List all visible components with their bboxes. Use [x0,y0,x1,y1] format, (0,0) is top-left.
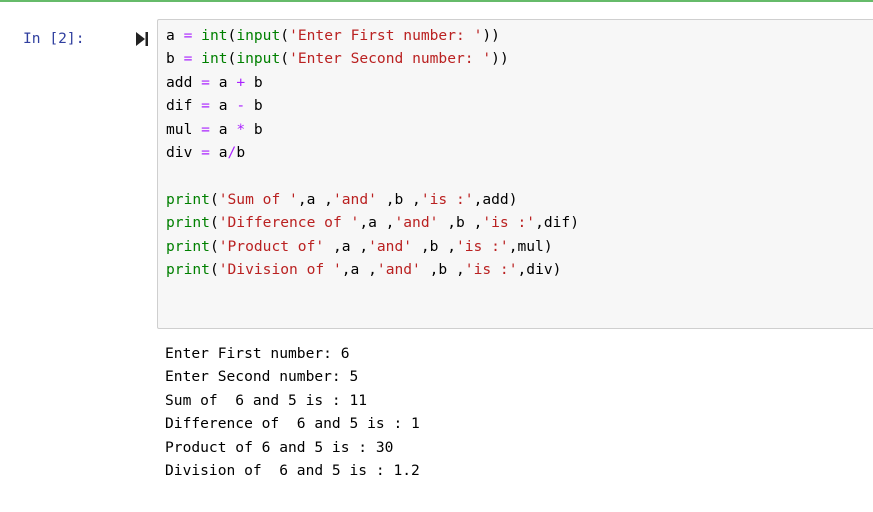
code-token: int [201,50,228,68]
code-content[interactable]: a = int(input('Enter First number: ')) b … [166,24,579,281]
code-token: print [166,190,210,208]
code-token: a [209,73,237,91]
code-token: 'and' [376,260,421,278]
code-line: mul = a * b [166,118,579,141]
code-token: ( [227,27,237,44]
code-token: ,a , [324,237,369,255]
output-line: Difference of 6 and 5 is : 1 [165,415,420,433]
code-token: add [166,73,202,91]
run-cell-button[interactable] [130,27,154,51]
output-line: Enter First number: 6 [165,345,350,362]
code-token: )) [491,50,509,68]
code-token: / [227,143,237,161]
code-token: ( [280,27,290,44]
code-editor[interactable]: a = int(input('Enter First number: ')) b … [157,19,873,329]
output-line: Enter Second number: 5 [165,368,359,386]
code-token: print [166,260,210,278]
code-token: * [236,120,246,138]
cell-output: Enter First number: 6 Enter Second number… [165,342,420,482]
code-token: ,mul) [508,237,553,255]
code-token: ( [280,50,290,68]
code-line: a = int(input('Enter First number: ')) [166,24,579,47]
code-token: int [201,27,228,44]
code-token: 'and' [332,190,377,208]
code-token: a [209,120,237,138]
code-token: 'Difference of ' [218,214,360,232]
code-token: print [166,214,210,232]
code-token: b [166,50,184,68]
code-token: ,dif) [535,214,580,232]
code-token: mul [166,120,202,138]
code-token: a [209,143,228,161]
code-token: print [166,237,210,255]
output-line: Sum of 6 and 5 is : 11 [165,391,368,409]
code-token: div [166,143,202,161]
code-token: ,b , [376,190,421,208]
output-line: Product of 6 and 5 is : 30 [165,438,394,456]
code-token: dif [166,97,202,115]
code-line: print('Product of' ,a ,'and' ,b ,'is :',… [166,235,579,258]
code-line: print('Sum of ',a ,'and' ,b ,'is :',add) [166,188,579,211]
code-line: add = a + b [166,71,579,94]
code-token: 'Division of ' [218,260,342,278]
code-token: ,a , [297,190,333,208]
code-token: a [166,27,184,44]
input-prompt: In [2]: [23,30,85,47]
code-token: a [209,97,237,115]
run-cell-icon [136,32,148,46]
code-token: ,a , [359,214,395,232]
code-token: 'and' [368,237,413,255]
code-line: div = a/b [166,141,579,164]
code-token: 'Enter Second number: ' [289,50,492,68]
code-token: = [201,120,210,138]
code-token: input [236,50,281,68]
code-token: ,a , [341,260,377,278]
code-token: b [245,120,263,138]
code-token: 'Sum of ' [218,190,298,208]
code-token: ( [209,190,219,208]
code-line: dif = a - b [166,94,579,117]
code-token: 'Product of' [218,237,325,255]
code-token: b [236,143,246,161]
code-token: ( [209,260,219,278]
code-token: 'is :' [482,214,536,232]
code-token: ,b , [438,214,483,232]
code-token: 'Enter First number: ' [289,27,483,44]
code-token: - [236,97,246,115]
code-token: = [201,97,210,115]
code-token: ,add) [473,190,518,208]
code-line: print('Division of ',a ,'and' ,b ,'is :'… [166,258,579,281]
code-token: ( [209,214,219,232]
code-line: b = int(input('Enter Second number: ')) [166,47,579,70]
notebook-page: In [2]: a = int(input('Enter First numbe… [0,0,873,512]
code-token: ( [227,50,237,68]
code-token: ,div) [517,260,562,278]
code-token: 'is :' [420,190,474,208]
code-token: b [245,97,263,115]
output-line: Division of 6 and 5 is : 1.2 [165,461,420,479]
code-token: = [201,73,210,91]
code-token: 'is :' [464,260,518,278]
code-line: print('Difference of ',a ,'and' ,b ,'is … [166,211,579,234]
cell-selected-indicator [0,0,873,2]
code-token: ,b , [420,260,465,278]
code-token: 'and' [394,214,439,232]
code-token: ( [209,237,219,255]
code-token: 'is :' [455,237,509,255]
code-token: b [245,73,263,91]
code-token: = [201,143,210,161]
code-token: + [236,73,246,91]
code-token: input [236,27,281,44]
code-token: ,b , [412,237,456,255]
code-token: )) [482,27,500,44]
